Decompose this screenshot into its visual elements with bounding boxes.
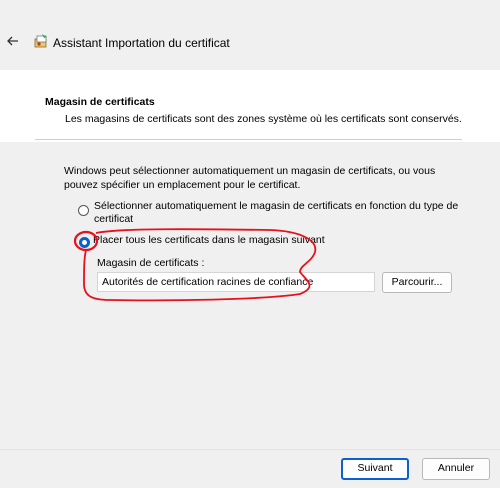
radio-auto-select[interactable] xyxy=(78,205,89,216)
store-field[interactable]: Autorités de certification racines de co… xyxy=(97,272,375,292)
footer-divider xyxy=(0,449,500,450)
store-label: Magasin de certificats : xyxy=(97,257,205,269)
radio-place-in-store[interactable] xyxy=(79,237,90,248)
header-divider xyxy=(35,139,462,140)
certificate-wizard-icon xyxy=(34,34,47,48)
window-title: Assistant Importation du certificat xyxy=(53,36,230,50)
option-place-in-store-label[interactable]: Placer tous les certificats dans le maga… xyxy=(93,234,325,247)
section-title: Magasin de certificats xyxy=(45,96,155,108)
next-button[interactable]: Suivant xyxy=(341,458,409,480)
option-auto-select-label[interactable]: Sélectionner automatiquement le magasin … xyxy=(94,200,464,226)
intro-text: Windows peut sélectionner automatiquemen… xyxy=(64,165,436,191)
back-arrow-icon[interactable] xyxy=(5,33,21,49)
section-description: Les magasins de certificats sont des zon… xyxy=(65,113,462,125)
browse-button[interactable]: Parcourir... xyxy=(382,272,452,293)
cancel-button[interactable]: Annuler xyxy=(422,458,490,480)
